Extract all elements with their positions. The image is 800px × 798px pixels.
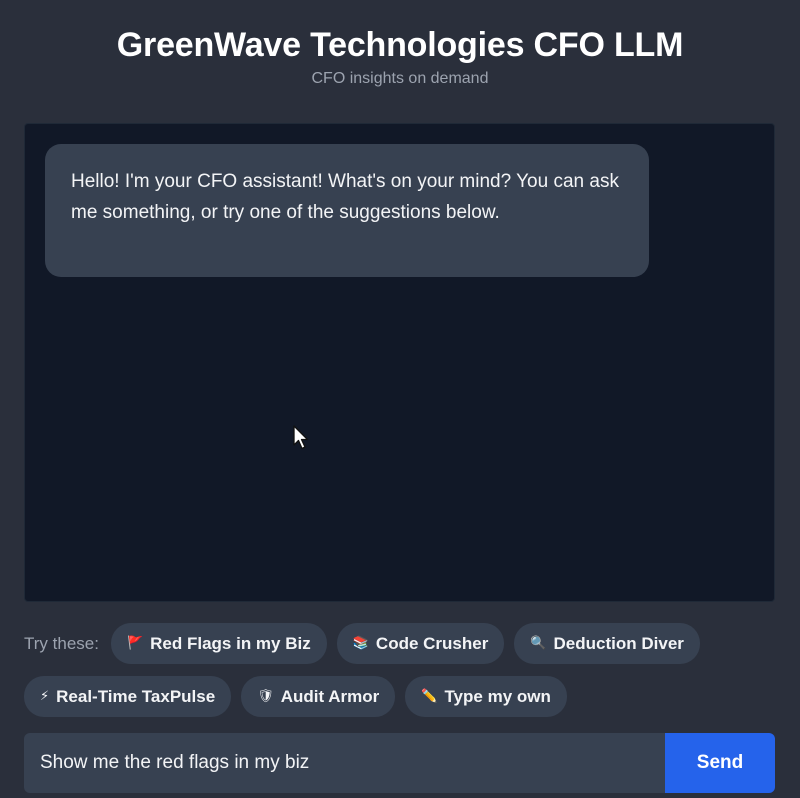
chat-window[interactable]: Hello! I'm your CFO assistant! What's on… (24, 123, 775, 602)
magnifier-icon: 🔍 (530, 636, 547, 651)
try-these-label: Try these: (24, 633, 99, 653)
chip-label: Type my own (444, 686, 551, 706)
page-subtitle: CFO insights on demand (311, 70, 489, 87)
page-title: GreenWave Technologies CFO LLM (116, 26, 684, 64)
red-flag-icon: 🚩 (126, 636, 144, 651)
chip-type-my-own[interactable]: ✏️ Type my own (405, 676, 567, 717)
composer: Send (24, 733, 775, 793)
chip-label: Red Flags in my Biz (150, 633, 311, 653)
suggestions-row-1: Try these: 🚩 Red Flags in my Biz 📚 Code … (24, 623, 700, 664)
suggestions-row-2: ⚡ Real-Time TaxPulse 🛡 Audit Armor ✏️ Ty… (24, 676, 567, 717)
chip-audit-armor[interactable]: 🛡 Audit Armor (241, 676, 396, 717)
pencil-icon: ✏️ (421, 689, 438, 704)
chip-label: Real-Time TaxPulse (56, 686, 216, 706)
chip-label: Deduction Diver (553, 633, 684, 653)
header: GreenWave Technologies CFO LLM CFO insig… (0, 22, 800, 90)
chip-deduction-diver[interactable]: 🔍 Deduction Diver (514, 623, 700, 664)
shield-icon: 🛡 (257, 689, 274, 704)
message-input[interactable] (24, 733, 665, 793)
books-icon: 📚 (352, 636, 369, 651)
chip-code-crusher[interactable]: 📚 Code Crusher (336, 623, 505, 664)
assistant-message: Hello! I'm your CFO assistant! What's on… (45, 144, 649, 277)
chip-red-flags[interactable]: 🚩 Red Flags in my Biz (110, 623, 327, 664)
chip-real-time-taxpulse[interactable]: ⚡ Real-Time TaxPulse (24, 676, 232, 717)
chip-label: Audit Armor (280, 686, 380, 706)
lightning-icon: ⚡ (40, 689, 50, 704)
chip-label: Code Crusher (375, 633, 489, 653)
send-button[interactable]: Send (665, 733, 775, 793)
mouse-cursor-icon (293, 425, 309, 450)
